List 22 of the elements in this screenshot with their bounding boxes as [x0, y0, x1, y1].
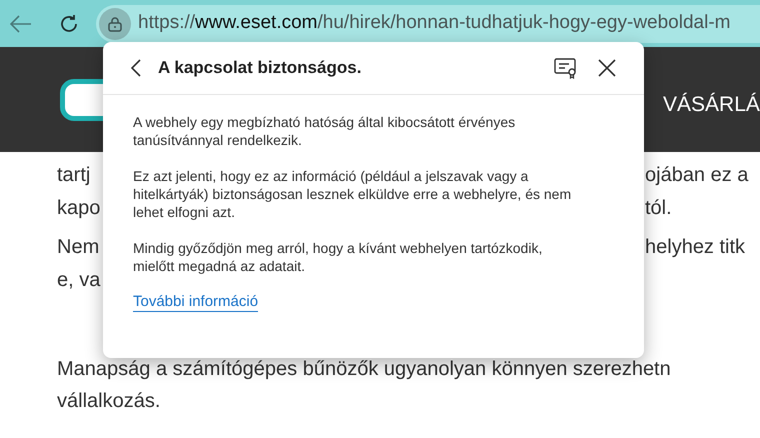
popup-paragraph: Ez azt jelenti, hogy ez az információ (például a jelszavak vagy a hitelkártyák) biztonságosan lesznek elküldve erre a webhelyre, és nem lehet elfogni azt. — [133, 167, 572, 221]
nav-item[interactable]: VÁSÁRLÁ — [663, 89, 760, 120]
refresh-icon[interactable] — [58, 12, 80, 34]
popup-paragraph: A webhely egy megbízható hatóság által kibocsátott érvényes tanúsítvánnyal rendelkezik. — [133, 113, 516, 149]
url-text: https://www.eset.com/hu/hirek/honnan-tudhatjuk-hogy-egy-weboldal-m — [138, 11, 730, 36]
article-text: tól. — [645, 196, 672, 220]
popup-paragraph: Mindig győződjön meg arról, hogy a kívánt webhelyen tartózkodik, mielőtt megadná az adatait. — [133, 239, 544, 275]
article-text: e, va — [57, 268, 100, 292]
article-text: vállalkozás. — [57, 389, 160, 414]
article-text: kapo — [57, 196, 100, 220]
more-info-link[interactable]: További információ — [133, 293, 258, 312]
article-text: helyhez titk — [645, 234, 746, 260]
article-text: Manapság a számítógépes bűnözők ugyanolyan könnyen szerezhetn — [57, 357, 671, 382]
popup-title: A kapcsolat biztonságos. — [158, 57, 362, 80]
address-bar[interactable]: https://www.eset.com/hu/hirek/honnan-tudhatjuk-hogy-egy-weboldal-m — [96, 4, 760, 42]
article-text: tartj — [57, 162, 90, 188]
article-text: ojában ez a — [645, 162, 748, 188]
close-icon[interactable] — [598, 59, 616, 77]
certificate-icon[interactable] — [554, 57, 578, 79]
lock-icon[interactable] — [99, 8, 131, 40]
back-icon[interactable] — [131, 59, 141, 77]
article-text: Nem — [57, 234, 100, 260]
